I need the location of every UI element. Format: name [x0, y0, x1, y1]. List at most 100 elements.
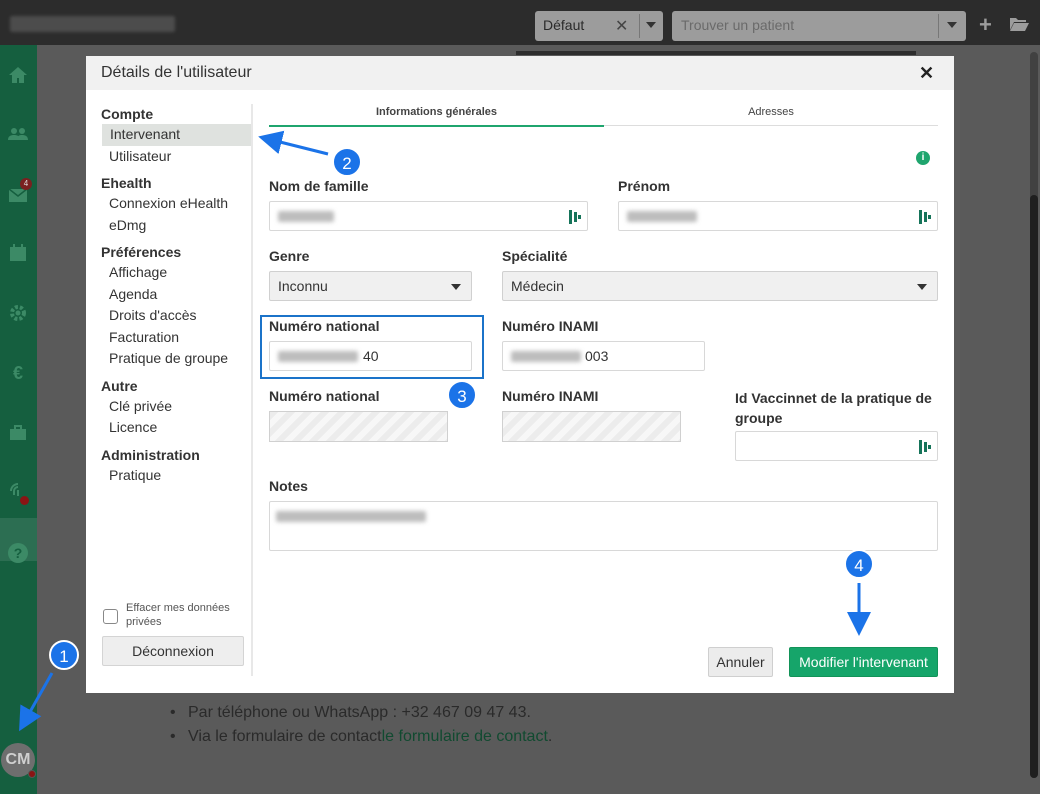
national-number-field-disabled	[269, 411, 448, 442]
nav-section-ehealth: Ehealth	[101, 175, 152, 191]
privacy-checkbox[interactable]	[103, 609, 118, 624]
select-divider	[639, 14, 640, 38]
last-name-field[interactable]	[269, 201, 588, 231]
avatar-status-dot	[28, 770, 36, 778]
nav-item-licence[interactable]: Licence	[101, 417, 251, 439]
redacted-value	[511, 351, 581, 362]
sidebar: € ?	[0, 45, 37, 794]
contact-form-prefix: Via le formulaire de contact	[188, 728, 382, 745]
nav-item-intervenant[interactable]: Intervenant	[102, 124, 252, 146]
chevron-down-icon[interactable]	[947, 22, 957, 28]
vaccinnet-label: Id Vaccinnet de la pratique de groupe	[735, 390, 932, 426]
itsme-icon[interactable]	[569, 209, 581, 225]
nav-item-agenda[interactable]: Agenda	[101, 284, 251, 306]
mail-badge: 4	[20, 178, 32, 190]
nav-item-pratique[interactable]: Pratique	[101, 465, 251, 487]
gender-value: Inconnu	[278, 278, 328, 294]
notes-label: Notes	[269, 478, 308, 494]
contact-phone: Par téléphone ou WhatsApp : +32 467 09 4…	[168, 701, 552, 725]
nav-section-administration: Administration	[101, 446, 200, 463]
search-divider	[938, 14, 939, 38]
national-number-suffix: 40	[363, 348, 379, 364]
close-icon[interactable]: ✕	[919, 63, 934, 84]
itsme-icon[interactable]	[919, 439, 931, 455]
inami-field[interactable]: 003	[502, 341, 705, 371]
user-details-dialog: Détails de l'utilisateur ✕ Compte Interv…	[86, 56, 954, 693]
briefcase-icon[interactable]	[8, 423, 28, 443]
itsme-icon[interactable]	[919, 209, 931, 225]
patient-search-placeholder: Trouver un patient	[681, 17, 795, 33]
annotation-marker-3: 3	[447, 380, 477, 410]
notes-textarea[interactable]	[269, 501, 938, 551]
chevron-down-icon	[917, 284, 927, 290]
gender-select[interactable]: Inconnu	[269, 271, 472, 301]
background-header-stripe	[516, 51, 916, 55]
tab-bar: Informations générales Adresses	[269, 104, 938, 127]
contact-form-link[interactable]: le formulaire de contact	[382, 728, 548, 745]
redacted-value	[278, 211, 334, 222]
status-dot	[20, 496, 29, 505]
national-number-field[interactable]: 40	[269, 341, 472, 371]
dialog-header: Détails de l'utilisateur ✕	[86, 56, 954, 90]
euro-icon[interactable]: €	[8, 363, 28, 383]
gender-label: Genre	[269, 248, 310, 264]
logout-button[interactable]: Déconnexion	[102, 636, 244, 666]
inami-label: Numéro INAMI	[502, 318, 599, 334]
profile-select-value: Défaut	[543, 17, 585, 33]
home-icon[interactable]	[8, 65, 28, 85]
profile-select[interactable]: Défaut ✕	[535, 11, 663, 41]
inami-field-disabled	[502, 411, 681, 442]
dialog-title: Détails de l'utilisateur	[101, 64, 252, 81]
last-name-label: Nom de famille	[269, 178, 369, 194]
patient-search-input[interactable]: Trouver un patient	[672, 11, 966, 41]
first-name-label: Prénom	[618, 178, 671, 194]
redacted-value	[276, 511, 426, 522]
specialty-label: Spécialité	[502, 248, 568, 264]
modify-intervenant-button[interactable]: Modifier l'intervenant	[789, 647, 938, 677]
chevron-down-icon	[451, 284, 461, 290]
nav-item-droits-acces[interactable]: Droits d'accès	[101, 305, 251, 327]
inami-label-2: Numéro INAMI	[502, 388, 599, 404]
nav-item-facturation[interactable]: Facturation	[101, 327, 251, 349]
privacy-checkbox-label: Effacer mes données privées	[126, 602, 230, 628]
info-icon[interactable]: i	[916, 151, 930, 165]
app-title-redacted	[10, 16, 175, 32]
help-icon[interactable]: ?	[8, 543, 28, 563]
nav-section-preferences: Préférences	[101, 244, 182, 260]
annotation-marker-2: 2	[332, 147, 362, 177]
tab-informations-generales[interactable]: Informations générales	[269, 104, 604, 127]
contact-list: Par téléphone ou WhatsApp : +32 467 09 4…	[168, 701, 552, 749]
scrollbar-thumb[interactable]	[1030, 195, 1038, 778]
calendar-icon[interactable]	[8, 243, 28, 263]
nav-section-compte: Compte	[101, 106, 154, 122]
specialty-value: Médecin	[511, 278, 564, 294]
settings-nav: Compte Intervenant Utilisateur Ehealth C…	[101, 104, 252, 487]
annotation-marker-4: 4	[844, 549, 874, 579]
nav-item-affichage[interactable]: Affichage	[101, 262, 251, 284]
add-icon[interactable]: +	[979, 14, 992, 36]
nav-item-pratique-de-groupe[interactable]: Pratique de groupe	[101, 348, 251, 370]
first-name-field[interactable]	[618, 201, 938, 231]
contact-form-item: Via le formulaire de contactle formulair…	[168, 725, 552, 749]
users-icon[interactable]	[8, 124, 28, 144]
specialty-select[interactable]: Médecin	[502, 271, 938, 301]
vaccinnet-field[interactable]	[735, 431, 938, 461]
contact-form-suffix: .	[547, 728, 553, 745]
redacted-value	[627, 211, 697, 222]
nav-divider	[251, 104, 253, 676]
nav-item-utilisateur[interactable]: Utilisateur	[101, 146, 251, 168]
redacted-value	[278, 351, 358, 362]
nav-item-connexion-ehealth[interactable]: Connexion eHealth	[101, 193, 251, 215]
nav-item-cle-privee[interactable]: Clé privée	[101, 396, 251, 418]
cancel-button[interactable]: Annuler	[708, 647, 773, 677]
clear-icon[interactable]: ✕	[615, 16, 628, 36]
top-bar: Défaut ✕ Trouver un patient +	[0, 0, 1040, 45]
tab-adresses[interactable]: Adresses	[604, 104, 938, 126]
nav-item-edmg[interactable]: eDmg	[101, 215, 251, 237]
inami-suffix: 003	[585, 348, 609, 364]
national-number-label: Numéro national	[269, 318, 380, 334]
gear-icon[interactable]	[8, 303, 28, 323]
chevron-down-icon[interactable]	[646, 22, 656, 28]
national-number-label-2: Numéro national	[269, 388, 380, 404]
folder-open-icon[interactable]	[1009, 16, 1029, 32]
